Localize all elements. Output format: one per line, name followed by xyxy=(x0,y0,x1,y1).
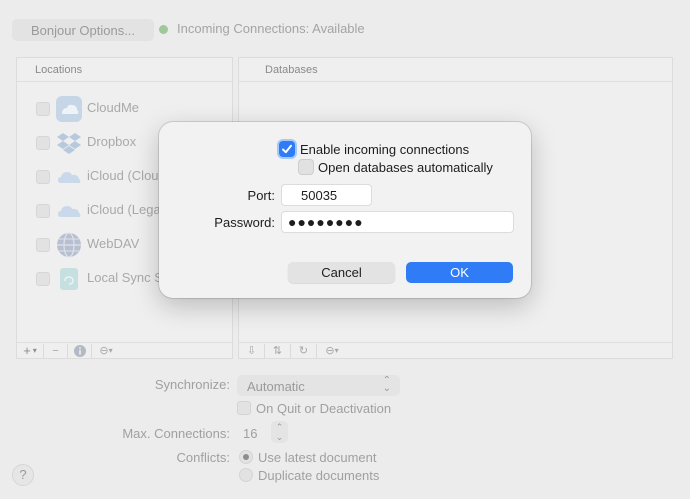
enable-incoming-checkbox[interactable] xyxy=(279,141,295,157)
cancel-button[interactable]: Cancel xyxy=(288,262,395,283)
dropbox-icon xyxy=(55,129,83,157)
max-connections-value[interactable]: 16 xyxy=(243,426,257,441)
locations-header: Locations xyxy=(17,58,232,82)
conflict-option-label: Duplicate documents xyxy=(258,468,380,483)
open-databases-checkbox[interactable] xyxy=(298,159,314,175)
open-databases-label: Open databases automatically xyxy=(318,160,493,175)
chevron-updown-icon: ⌃ ⌄ xyxy=(382,375,391,394)
ok-button[interactable]: OK xyxy=(406,262,513,283)
conflict-option-label: Use latest document xyxy=(258,450,377,465)
sync-arrows-icon[interactable]: ⇅ xyxy=(265,343,291,358)
synchronize-label: Synchronize: xyxy=(154,377,230,392)
port-label: Port: xyxy=(247,188,275,203)
location-checkbox[interactable] xyxy=(36,136,50,150)
icloud-icon xyxy=(55,163,83,191)
folder-icon xyxy=(55,265,83,293)
password-input[interactable] xyxy=(281,211,514,233)
conflict-radio-duplicate[interactable] xyxy=(239,468,253,482)
enable-incoming-label: Enable incoming connections xyxy=(300,142,470,157)
location-checkbox[interactable] xyxy=(36,170,50,184)
incoming-connections-dialog: Enable incoming connections Open databas… xyxy=(159,122,531,298)
max-connections-label: Max. Connections: xyxy=(122,426,230,441)
bonjour-options-button[interactable]: Bonjour Options... xyxy=(12,19,154,41)
help-button[interactable]: ? xyxy=(12,464,34,486)
location-checkbox[interactable] xyxy=(36,102,50,116)
databases-toolbar: ⇩ ⇅ ↻ ⊖ ▾ xyxy=(239,342,672,358)
icloud-icon xyxy=(55,197,83,225)
checkmark-icon xyxy=(282,144,292,154)
quit-checkbox[interactable] xyxy=(237,401,251,415)
conflict-radio-latest[interactable] xyxy=(239,450,253,464)
synchronize-select[interactable]: Automatic ⌃ ⌄ xyxy=(237,375,400,396)
port-input[interactable] xyxy=(281,184,372,206)
location-checkbox[interactable] xyxy=(36,204,50,218)
more-actions-icon[interactable]: ⊖ ▾ xyxy=(317,344,347,358)
conflicts-label: Conflicts: xyxy=(176,450,230,465)
add-location-button[interactable]: + ▾ xyxy=(17,343,44,358)
remove-location-button[interactable]: − xyxy=(44,343,68,358)
status-indicator xyxy=(159,25,168,34)
cloudme-icon xyxy=(55,95,83,123)
webdav-icon xyxy=(55,231,83,259)
databases-header: Databases xyxy=(239,58,672,82)
more-actions-icon[interactable]: ⊖ ▾ xyxy=(92,344,120,358)
location-label: CloudMe xyxy=(87,100,140,115)
location-checkbox[interactable] xyxy=(36,272,50,286)
locations-toolbar: + ▾ − ⊖ ▾ xyxy=(17,342,232,358)
refresh-icon[interactable]: ↻ xyxy=(291,343,317,358)
download-icon[interactable]: ⇩ xyxy=(239,343,265,358)
location-checkbox[interactable] xyxy=(36,238,50,252)
chevron-down-icon: ▾ xyxy=(32,346,37,355)
max-connections-stepper[interactable]: ⌃ ⌄ xyxy=(271,421,288,443)
quit-label: On Quit or Deactivation xyxy=(256,401,392,416)
password-label: Password: xyxy=(214,215,275,230)
info-icon[interactable] xyxy=(68,343,92,358)
connection-status: Incoming Connections: Available xyxy=(177,21,365,36)
